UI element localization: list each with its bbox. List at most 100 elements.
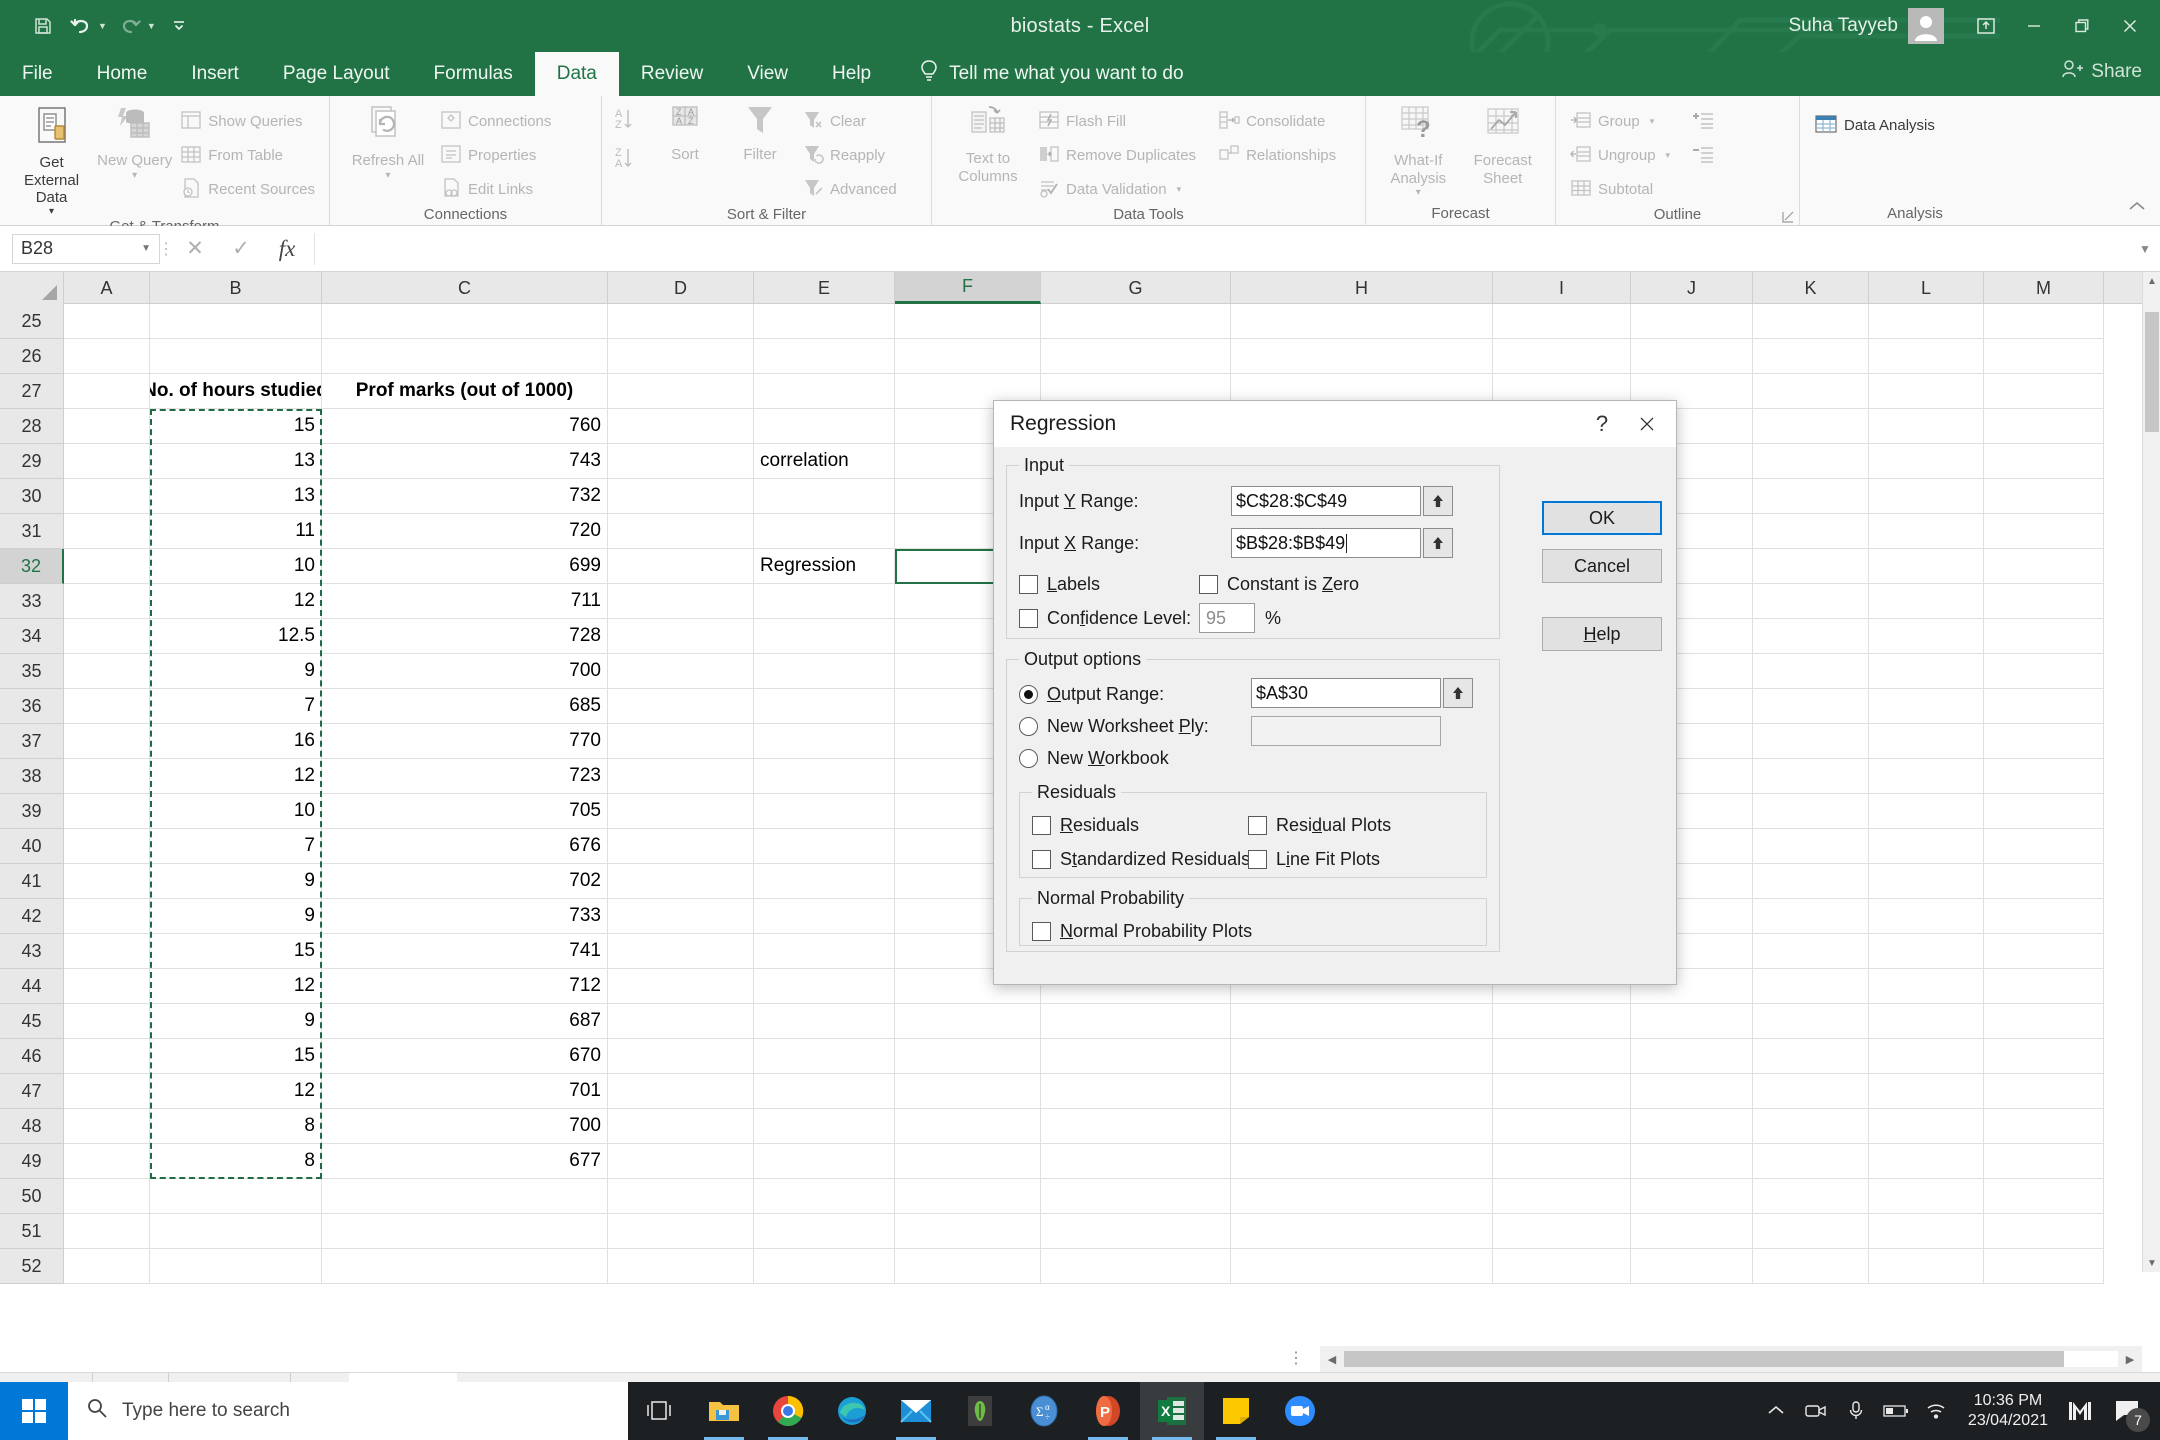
outline-dialog-launcher-icon[interactable]	[1781, 210, 1795, 224]
cell-B47[interactable]: 12	[150, 1074, 322, 1109]
cell-A32[interactable]	[64, 549, 150, 584]
column-header-g[interactable]: G	[1041, 272, 1231, 304]
input-y-range-collapse-icon[interactable]	[1423, 486, 1453, 516]
cell-E51[interactable]	[754, 1214, 895, 1249]
group-button[interactable]: Group ▾	[1566, 105, 1674, 138]
cell-D26[interactable]	[608, 339, 754, 374]
relationships-button[interactable]: Relationships	[1214, 139, 1340, 172]
cell-L44[interactable]	[1869, 969, 1984, 1004]
cell-A39[interactable]	[64, 794, 150, 829]
row-header-47[interactable]: 47	[0, 1074, 64, 1109]
cell-A42[interactable]	[64, 899, 150, 934]
cell-L31[interactable]	[1869, 514, 1984, 549]
cell-E50[interactable]	[754, 1179, 895, 1214]
cell-D25[interactable]	[608, 304, 754, 339]
cell-E46[interactable]	[754, 1039, 895, 1074]
cell-I25[interactable]	[1493, 304, 1631, 339]
cell-K44[interactable]	[1753, 969, 1869, 1004]
line-fit-plots-checkbox-row[interactable]: Line Fit Plots	[1248, 843, 1474, 875]
cell-L30[interactable]	[1869, 479, 1984, 514]
cell-M40[interactable]	[1984, 829, 2104, 864]
cell-J25[interactable]	[1631, 304, 1753, 339]
row-header-45[interactable]: 45	[0, 1004, 64, 1039]
cell-B29[interactable]: 13	[150, 444, 322, 479]
cell-D31[interactable]	[608, 514, 754, 549]
cell-I51[interactable]	[1493, 1214, 1631, 1249]
cell-K34[interactable]	[1753, 619, 1869, 654]
row-header-39[interactable]: 39	[0, 794, 64, 829]
cell-E45[interactable]	[754, 1004, 895, 1039]
cell-H50[interactable]	[1231, 1179, 1493, 1214]
cell-E29[interactable]: correlation	[754, 444, 895, 479]
redo-dropdown-caret-icon[interactable]: ▼	[147, 21, 156, 31]
cell-B30[interactable]: 13	[150, 479, 322, 514]
column-header-i[interactable]: I	[1493, 272, 1631, 304]
cell-M52[interactable]	[1984, 1249, 2104, 1284]
cell-L51[interactable]	[1869, 1214, 1984, 1249]
cell-H51[interactable]	[1231, 1214, 1493, 1249]
cell-K42[interactable]	[1753, 899, 1869, 934]
cell-D45[interactable]	[608, 1004, 754, 1039]
cell-M39[interactable]	[1984, 794, 2104, 829]
horizontal-scrollbar[interactable]: ◀ ▶	[1320, 1346, 2142, 1372]
row-header-33[interactable]: 33	[0, 584, 64, 619]
cell-C45[interactable]: 687	[322, 1004, 608, 1039]
cell-B49[interactable]: 8	[150, 1144, 322, 1179]
cell-L46[interactable]	[1869, 1039, 1984, 1074]
cell-B26[interactable]	[150, 339, 322, 374]
cell-E40[interactable]	[754, 829, 895, 864]
cell-I46[interactable]	[1493, 1039, 1631, 1074]
cell-B38[interactable]: 12	[150, 759, 322, 794]
wifi-icon[interactable]	[1916, 1382, 1956, 1440]
cell-D30[interactable]	[608, 479, 754, 514]
cell-L38[interactable]	[1869, 759, 1984, 794]
cell-C33[interactable]: 711	[322, 584, 608, 619]
cell-J49[interactable]	[1631, 1144, 1753, 1179]
confidence-level-checkbox[interactable]	[1019, 609, 1038, 628]
tab-help[interactable]: Help	[810, 52, 893, 96]
cell-M31[interactable]	[1984, 514, 2104, 549]
cell-F52[interactable]	[895, 1249, 1041, 1284]
new-worksheet-ply-field[interactable]	[1251, 716, 1441, 746]
cell-B50[interactable]	[150, 1179, 322, 1214]
cell-F49[interactable]	[895, 1144, 1041, 1179]
cell-B39[interactable]: 10	[150, 794, 322, 829]
cell-D47[interactable]	[608, 1074, 754, 1109]
spss-icon[interactable]: Σ α ÷	[1012, 1382, 1076, 1440]
cell-D37[interactable]	[608, 724, 754, 759]
cell-L43[interactable]	[1869, 934, 1984, 969]
show-detail-button[interactable]: Show Detail	[1688, 105, 1718, 138]
text-to-columns-button[interactable]: Text to Columns	[942, 102, 1034, 185]
sort-button[interactable]: Z A A Z Sort	[648, 102, 722, 164]
formula-input[interactable]	[314, 233, 2130, 265]
row-header-34[interactable]: 34	[0, 619, 64, 654]
cell-A31[interactable]	[64, 514, 150, 549]
confidence-level-field[interactable]: 95	[1199, 603, 1255, 633]
cell-E25[interactable]	[754, 304, 895, 339]
cell-G46[interactable]	[1041, 1039, 1231, 1074]
cell-A46[interactable]	[64, 1039, 150, 1074]
cell-C44[interactable]: 712	[322, 969, 608, 1004]
new-query-button[interactable]: New Query ▾	[93, 102, 176, 181]
cell-M43[interactable]	[1984, 934, 2104, 969]
cell-M32[interactable]	[1984, 549, 2104, 584]
cell-M48[interactable]	[1984, 1109, 2104, 1144]
input-x-range-collapse-icon[interactable]	[1423, 528, 1453, 558]
search-box[interactable]: Type here to search	[68, 1382, 628, 1440]
cell-C36[interactable]: 685	[322, 689, 608, 724]
row-header-52[interactable]: 52	[0, 1249, 64, 1284]
cell-E43[interactable]	[754, 934, 895, 969]
cell-L52[interactable]	[1869, 1249, 1984, 1284]
what-if-analysis-button[interactable]: ? What-If Analysis ▾	[1376, 102, 1461, 198]
consolidate-button[interactable]: Consolidate	[1214, 105, 1340, 138]
cell-A40[interactable]	[64, 829, 150, 864]
cell-M42[interactable]	[1984, 899, 2104, 934]
row-header-40[interactable]: 40	[0, 829, 64, 864]
row-header-44[interactable]: 44	[0, 969, 64, 1004]
cell-L34[interactable]	[1869, 619, 1984, 654]
cell-A51[interactable]	[64, 1214, 150, 1249]
cell-B36[interactable]: 7	[150, 689, 322, 724]
cell-J51[interactable]	[1631, 1214, 1753, 1249]
notification-center-icon[interactable]: 7	[2100, 1382, 2154, 1440]
cell-I52[interactable]	[1493, 1249, 1631, 1284]
